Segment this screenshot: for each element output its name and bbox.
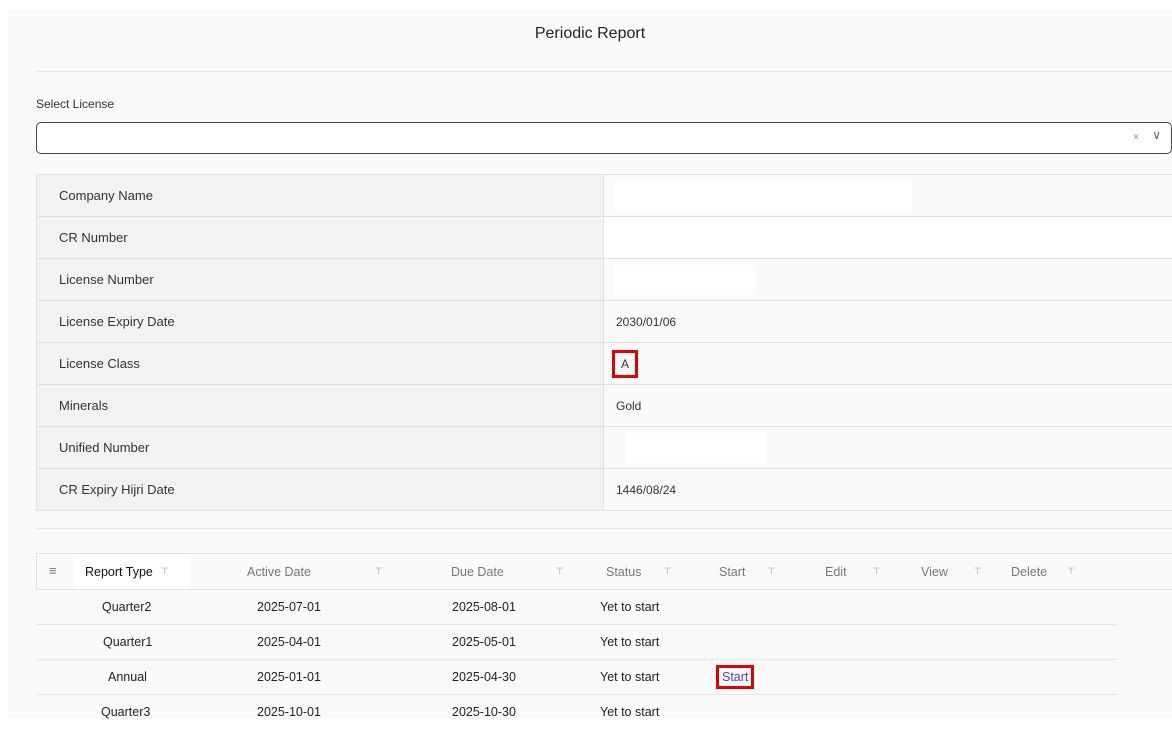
info-value [604, 175, 1172, 216]
cell-report-type: Quarter3 [101, 705, 151, 719]
clear-icon[interactable]: × [1133, 132, 1139, 143]
info-row-company-name: Company Name [36, 175, 1172, 217]
info-value: 2030/01/06 [604, 301, 1172, 342]
cell-due-date: 2025-04-30 [452, 670, 516, 684]
info-label: Minerals [36, 385, 604, 426]
license-info-table: Company Name CR Number License Number Li… [36, 174, 1172, 511]
cell-active-date: 2025-07-01 [257, 600, 321, 614]
filter-icon[interactable]: ⊤ [873, 566, 881, 577]
info-label: CR Expiry Hijri Date [36, 469, 604, 510]
periodic-report-panel: Periodic Report Select License × ∨ Compa… [8, 9, 1172, 719]
info-label: License Class [36, 343, 604, 384]
filter-icon[interactable]: ⊤ [767, 566, 775, 577]
table-row[interactable]: Annual 2025-01-01 2025-04-30 Yet to star… [36, 660, 1118, 695]
cell-status: Yet to start [600, 635, 660, 649]
cell-start: Start [716, 660, 755, 694]
start-report-link[interactable]: Start [716, 665, 755, 689]
info-value: Gold [604, 385, 1172, 426]
info-value: A [604, 343, 1172, 384]
cell-active-date: 2025-04-01 [257, 635, 321, 649]
redacted-company-name [614, 180, 912, 211]
cell-report-type: Quarter2 [102, 600, 152, 614]
cell-due-date: 2025-10-30 [452, 705, 516, 719]
cell-report-type: Annual [108, 670, 147, 684]
cell-report-type: Quarter1 [103, 635, 153, 649]
filter-icon[interactable]: ⊤ [161, 566, 169, 577]
redacted-license-number [614, 264, 756, 295]
cell-active-date: 2025-01-01 [257, 670, 321, 684]
chevron-down-icon[interactable]: ∨ [1152, 128, 1161, 142]
cell-status: Yet to start [600, 705, 660, 719]
cell-active-date: 2025-10-01 [257, 705, 321, 719]
info-row-minerals: Minerals Gold [36, 385, 1172, 427]
filter-icon[interactable]: ⊤ [1067, 566, 1075, 577]
table-row[interactable]: Quarter3 2025-10-01 2025-10-30 Yet to st… [36, 695, 1118, 729]
info-label: Company Name [36, 175, 604, 216]
reports-grid: ≡ Report Type ⊤ Active Date ⊤ Due Date ⊤ St… [36, 553, 1172, 729]
grid-header: ≡ Report Type ⊤ Active Date ⊤ Due Date ⊤ St… [36, 553, 1172, 590]
info-value [604, 427, 1172, 468]
cell-due-date: 2025-08-01 [452, 600, 516, 614]
divider [36, 71, 1172, 72]
info-label: License Number [36, 259, 604, 300]
cell-due-date: 2025-05-01 [452, 635, 516, 649]
info-row-unified-number: Unified Number [36, 427, 1172, 469]
filter-icon[interactable]: ⊤ [974, 566, 982, 577]
info-row-license-number: License Number [36, 259, 1172, 301]
page-title: Periodic Report [534, 25, 646, 42]
info-label: License Expiry Date [36, 301, 604, 342]
divider [36, 528, 1172, 529]
info-value [604, 217, 1172, 258]
cell-status: Yet to start [600, 600, 660, 614]
col-header-view[interactable]: View ⊤ [921, 554, 982, 589]
column-menu-icon[interactable]: ≡ [49, 563, 57, 578]
col-header-active-date[interactable]: Active Date ⊤ [247, 554, 383, 589]
select-license-label: Select License [36, 97, 115, 111]
filter-icon[interactable]: ⊤ [556, 566, 564, 577]
col-header-report-type[interactable]: Report Type ⊤ [75, 554, 189, 589]
info-row-cr-expiry-hijri: CR Expiry Hijri Date 1446/08/24 [36, 469, 1172, 511]
col-header-delete[interactable]: Delete ⊤ [1011, 554, 1075, 589]
col-header-due-date[interactable]: Due Date ⊤ [451, 554, 564, 589]
info-value [604, 259, 1172, 300]
info-value: 1446/08/24 [604, 469, 1172, 510]
table-row[interactable]: Quarter1 2025-04-01 2025-05-01 Yet to st… [36, 625, 1118, 660]
info-row-license-expiry: License Expiry Date 2030/01/06 [36, 301, 1172, 343]
col-header-status[interactable]: Status ⊤ [606, 554, 671, 589]
filter-icon[interactable]: ⊤ [375, 566, 383, 577]
redacted-unified-number [626, 432, 766, 463]
filter-icon[interactable]: ⊤ [663, 566, 671, 577]
info-label: CR Number [36, 217, 604, 258]
info-row-cr-number: CR Number [36, 217, 1172, 259]
info-row-license-class: License Class A [36, 343, 1172, 385]
cell-status: Yet to start [600, 670, 660, 684]
info-label: Unified Number [36, 427, 604, 468]
col-header-start[interactable]: Start ⊤ [719, 554, 775, 589]
license-select[interactable]: × ∨ [36, 122, 1172, 154]
col-header-edit[interactable]: Edit ⊤ [825, 554, 880, 589]
license-class-value: A [612, 349, 639, 378]
table-row[interactable]: Quarter2 2025-07-01 2025-08-01 Yet to st… [36, 590, 1118, 625]
